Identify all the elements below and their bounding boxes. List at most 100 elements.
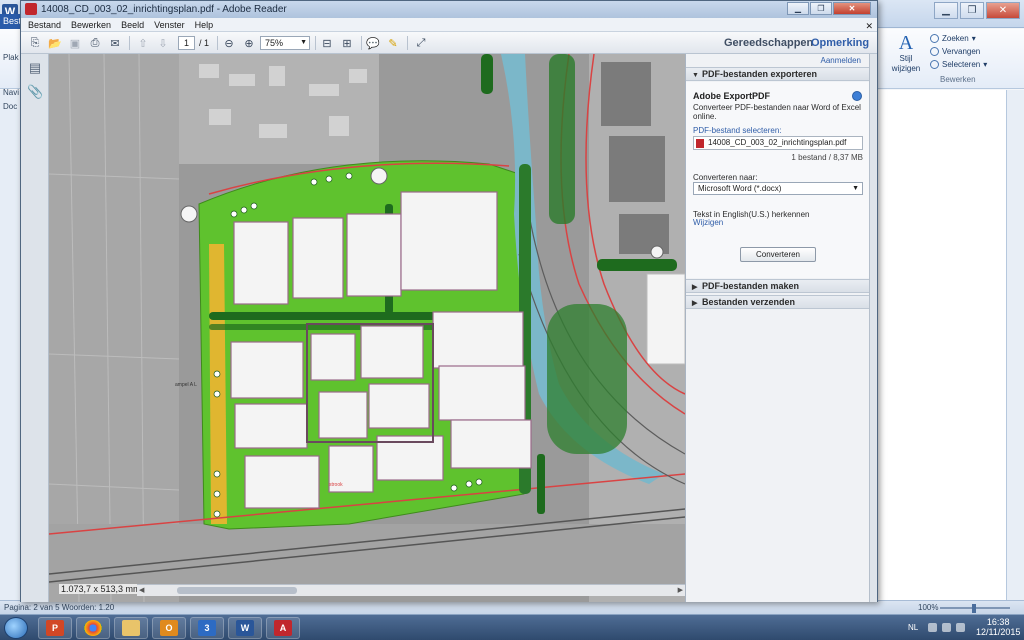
windows-taskbar: P O 3 W A NL 16:38 12/11/2015 [0,614,1024,640]
save-icon[interactable]: ▣ [67,35,83,51]
start-button[interactable] [4,617,28,639]
building-halls [230,191,532,509]
convert-button[interactable]: Converteren [740,247,816,262]
horizontal-scrollbar[interactable]: ◀ ▶ [137,584,685,596]
create-pdf-header[interactable]: ▶ PDF-bestanden maken [686,279,869,293]
tools-pane: Aanmelden ▼ PDF-bestanden exporteren Adob… [685,54,869,602]
outlook-icon: O [160,620,178,636]
reader-close-button[interactable]: ✕ [833,2,871,15]
adobe-reader-icon[interactable] [25,3,37,15]
fit-page-icon[interactable]: ⊟ [319,35,335,51]
send-files-header[interactable]: ▶ Bestanden verzenden [686,295,869,309]
reader-toolbar: ⎘ 📂 ▣ ⎙ ✉ ⇧ ⇩ 1 / 1 ⊖ ⊕ 75% ▼ ⊟ ⊞ 💬 ✎ ⤢ G… [21,32,877,54]
tray-network-icon[interactable] [928,623,937,632]
highlight-icon[interactable]: ✎ [385,35,401,51]
word-page-count: Pagina: 2 van 5 Woorden: 1.20 [4,603,115,612]
page-dimensions: 1.073,7 x 513,3 mm [59,584,143,594]
selected-file-field[interactable]: 14008_CD_003_02_inrichtingsplan.pdf [693,136,863,150]
explorer-icon [122,620,140,636]
map-label-a: ampel A L [175,382,197,388]
email-icon[interactable]: ✉ [107,35,123,51]
attachments-icon[interactable]: 📎 [27,84,43,100]
zoom-in-icon[interactable]: ⊕ [241,35,257,51]
language-indicator[interactable]: NL [908,623,918,632]
clock[interactable]: 16:38 12/11/2015 [976,617,1020,637]
scroll-left-icon[interactable]: ◀ [139,586,144,594]
tools-tab[interactable]: Gereedschappen [724,37,813,49]
word-close-button[interactable]: ✕ [986,2,1020,19]
next-page-icon[interactable]: ⇩ [155,35,171,51]
word-vertical-scrollbar[interactable] [1006,90,1024,600]
word-page[interactable] [878,90,1006,600]
fullscreen-icon[interactable]: ⤢ [413,35,429,51]
word-window-controls: ▁ ❐ ✕ [934,2,1020,19]
word-zoom-thumb[interactable] [972,604,976,613]
taskbar-explorer[interactable] [114,617,148,639]
toolbar-separator [315,36,316,50]
taskbar-word[interactable]: W [228,617,262,639]
select-button[interactable]: Selecteren ▾ [930,58,1020,71]
zoom-out-icon[interactable]: ⊖ [221,35,237,51]
replace-button[interactable]: Vervangen [930,45,1020,58]
document-close-icon[interactable]: ✕ [865,19,873,33]
sticky-note-icon[interactable]: 💬 [365,35,381,51]
document-view[interactable]: ampel A L strook 1.073,7 x 513,3 mm ◀ ▶ [49,54,685,602]
nav-search-input[interactable]: Doc [3,102,17,111]
pane-vertical-scrollbar[interactable] [869,54,877,602]
paste-button-label[interactable]: Plak [3,53,19,62]
style-glyph: A [898,32,914,54]
convert-to-select[interactable]: Microsoft Word (*.docx) ▼ [693,182,863,195]
reader-maximize-button[interactable]: ❐ [810,2,832,15]
onenote-icon: 3 [198,620,216,636]
zoom-select[interactable]: 75% ▼ [260,36,310,50]
word-zoom-level[interactable]: 100% [918,603,938,612]
nav-pane-label: Navi [3,88,20,97]
system-tray: NL 16:38 12/11/2015 [904,617,1022,639]
reader-minimize-button[interactable]: ▁ [787,2,809,15]
horizontal-scroll-thumb[interactable] [177,587,297,594]
find-button[interactable]: Zoeken ▾ [930,32,1020,45]
info-icon[interactable] [852,91,862,101]
taskbar-onenote[interactable]: 3 [190,617,224,639]
select-pdf-link[interactable]: PDF-bestand selecteren: [693,126,782,135]
sign-in-link[interactable]: Aanmelden [821,56,861,65]
replace-label: Vervangen [942,47,981,56]
change-style-label: Stijl wijzigen [891,54,921,73]
change-style-button[interactable]: A Stijl wijzigen [888,32,924,74]
site-plan-drawing: ampel A L strook [49,54,685,602]
create-pdf-header-label: PDF-bestanden maken [702,281,800,291]
word-icon: W [236,620,254,636]
comment-tab[interactable]: Opmerking [811,37,869,49]
edit-group: Zoeken ▾ Vervangen Selecteren ▾ [930,32,1020,71]
print-icon[interactable]: ⎙ [87,35,103,51]
menu-help[interactable]: Help [195,18,214,31]
toolbar-separator [361,36,362,50]
page-thumbnails-icon[interactable]: ▤ [27,60,43,76]
word-minimize-button[interactable]: ▁ [934,2,958,19]
menu-bewerken[interactable]: Bewerken [71,18,111,31]
tray-volume-icon[interactable] [942,623,951,632]
open-icon[interactable]: 📂 [47,35,63,51]
scroll-right-icon[interactable]: ▶ [678,586,683,594]
chevron-down-icon: ▼ [852,185,859,192]
previous-page-icon[interactable]: ⇧ [135,35,151,51]
collapsed-triangle-icon: ▶ [692,300,698,307]
menu-venster[interactable]: Venster [154,18,185,31]
reader-window-title: 14008_CD_003_02_inrichtingsplan.pdf - Ad… [41,4,287,15]
create-pdf-icon[interactable]: ⎘ [27,35,43,51]
menu-bestand[interactable]: Bestand [28,18,61,31]
taskbar-powerpoint[interactable]: P [38,617,72,639]
change-language-link[interactable]: Wijzigen [693,218,723,227]
word-file-tab[interactable]: Best [0,14,22,29]
fit-width-icon[interactable]: ⊞ [339,35,355,51]
tray-battery-icon[interactable] [956,623,965,632]
reader-window-controls: ▁ ❐ ✕ [787,2,871,15]
taskbar-outlook[interactable]: O [152,617,186,639]
page-number-input[interactable]: 1 [178,36,195,50]
reader-menu-bar: Bestand Bewerken Beeld Venster Help ✕ [21,18,877,32]
word-maximize-button[interactable]: ❐ [960,2,984,19]
taskbar-acrobat[interactable]: A [266,617,300,639]
taskbar-chrome[interactable] [76,617,110,639]
menu-beeld[interactable]: Beeld [121,18,144,31]
export-pdf-header[interactable]: ▼ PDF-bestanden exporteren [686,67,869,81]
